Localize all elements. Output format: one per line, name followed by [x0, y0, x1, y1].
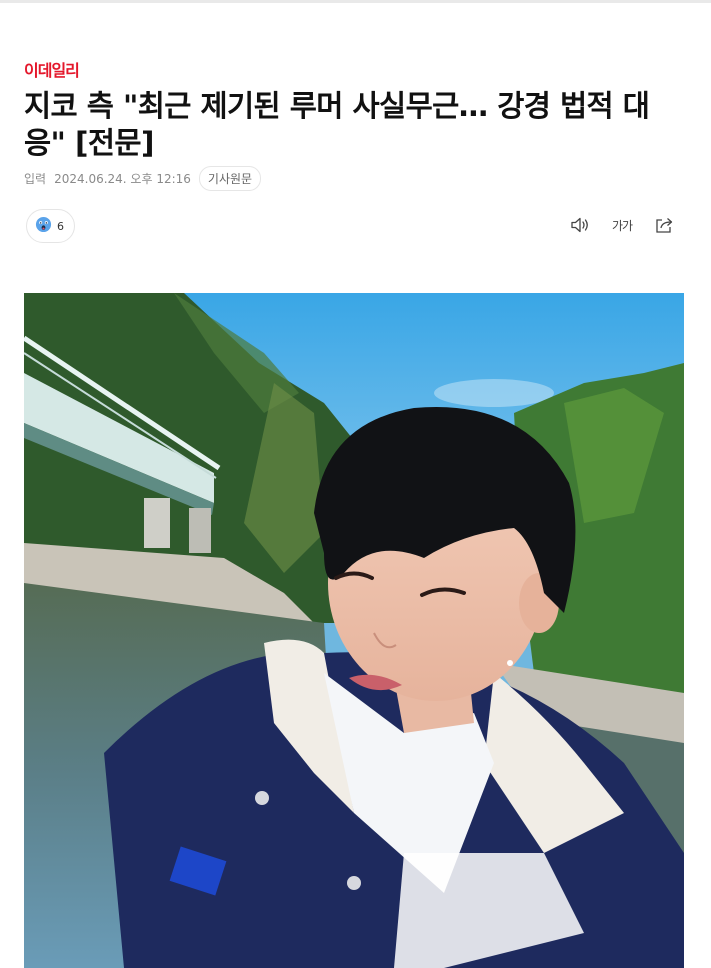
- reaction-button[interactable]: 6: [26, 209, 75, 243]
- article-photo-illustration: [24, 293, 684, 968]
- brand-logo[interactable]: 이데일리: [24, 57, 80, 81]
- article-photo: [24, 293, 684, 968]
- published-label: 입력: [24, 172, 47, 186]
- surprised-face-icon: [35, 216, 52, 236]
- article-headline: 지코 측 "최근 제기된 루머 사실무근… 강경 법적 대응" [전문]: [24, 89, 650, 160]
- font-size-label: 가가: [611, 218, 633, 233]
- share-icon[interactable]: [653, 214, 675, 236]
- font-size-button[interactable]: 가가: [611, 214, 633, 236]
- reaction-count: 6: [57, 219, 64, 233]
- published-time: 2024.06.24. 오후 12:16: [54, 172, 191, 186]
- article-meta: 입력 2024.06.24. 오후 12:16 기사원문: [24, 166, 262, 191]
- speaker-icon[interactable]: [569, 214, 591, 236]
- top-divider: [0, 0, 711, 3]
- original-article-link[interactable]: 기사원문: [198, 166, 262, 191]
- article-tools: 가가: [569, 214, 675, 236]
